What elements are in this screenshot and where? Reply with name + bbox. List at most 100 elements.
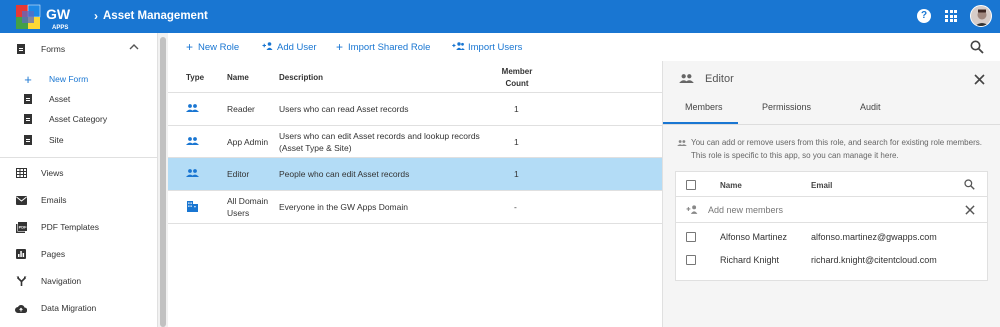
sidebar-item-label: Pages: [41, 249, 66, 259]
sidebar-item-label: Asset Category: [49, 114, 108, 124]
member-count: -: [514, 202, 517, 212]
cloud-upload-icon: [15, 302, 27, 314]
sidebar-scrollbar[interactable]: [158, 33, 168, 327]
apps-grid-icon[interactable]: [945, 10, 957, 22]
sidebar-item-pdf-templates[interactable]: PDF PDF Templates: [0, 216, 158, 238]
sidebar-item-new-form[interactable]: + New Form: [0, 69, 158, 89]
sidebar-item-asset-category[interactable]: Asset Category: [0, 109, 158, 129]
plus-icon: +: [24, 71, 32, 87]
breadcrumb-app-name[interactable]: Asset Management: [103, 10, 208, 22]
members-list-header: Name Email: [676, 172, 987, 197]
sidebar-item-label: Emails: [41, 195, 67, 205]
role-name: Editor: [227, 169, 250, 179]
member-name: Alfonso Martinez: [720, 232, 788, 242]
member-email: richard.knight@citentcloud.com: [811, 255, 937, 265]
info-text: You can add or remove users from this ro…: [691, 138, 982, 160]
sidebar-item-emails[interactable]: Emails: [0, 189, 158, 211]
clear-icon[interactable]: [965, 202, 975, 218]
member-checkbox[interactable]: [686, 255, 696, 265]
sidebar-item-navigation[interactable]: Navigation: [0, 270, 158, 292]
sidebar-item-asset[interactable]: Asset: [0, 89, 158, 109]
table-header: Type Name Description Member Count: [168, 61, 662, 93]
member-checkbox[interactable]: [686, 232, 696, 242]
domain-icon: [187, 201, 198, 214]
member-count: 1: [514, 137, 519, 147]
search-icon[interactable]: [964, 179, 975, 192]
group-icon: [186, 104, 199, 114]
sidebar-item-label: Views: [41, 168, 64, 178]
chart-icon: [15, 248, 27, 260]
member-row[interactable]: Alfonso Martinez alfonso.martinez@gwapps…: [676, 226, 987, 249]
sidebar-item-label: Navigation: [41, 276, 82, 286]
add-members-row[interactable]: Add new members: [676, 197, 987, 223]
sidebar-item-label: Site: [49, 135, 64, 145]
column-header-member-count[interactable]: Member Count: [501, 66, 533, 90]
sidebar-item-views[interactable]: Views: [0, 162, 158, 184]
help-icon[interactable]: ?: [917, 9, 931, 23]
person-add-icon: [262, 42, 274, 53]
svg-text:GW: GW: [46, 6, 71, 22]
column-header-type[interactable]: Type: [186, 73, 204, 82]
table-row[interactable]: Reader Users who can read Asset records …: [168, 93, 662, 126]
role-name: Reader: [227, 104, 255, 114]
import-users-label: Import Users: [468, 42, 523, 53]
sidebar: Forms + New Form Asset Asset Category Si…: [0, 33, 158, 327]
document-icon: [23, 93, 33, 105]
mail-icon: [15, 194, 27, 206]
column-header-description[interactable]: Description: [279, 73, 323, 82]
search-icon[interactable]: [970, 40, 984, 54]
new-role-label: New Role: [198, 42, 240, 53]
role-name: All Domain Users: [227, 196, 269, 218]
table-row-selected[interactable]: Editor People who can edit Asset records…: [168, 158, 662, 191]
sidebar-item-site[interactable]: Site: [0, 130, 158, 150]
document-icon: [23, 113, 33, 125]
sidebar-item-label: New Form: [49, 74, 89, 84]
import-shared-role-label: Import Shared Role: [348, 42, 431, 53]
sidebar-item-forms[interactable]: Forms: [0, 38, 158, 60]
navigation-icon: [15, 275, 27, 287]
sidebar-item-data-migration[interactable]: Data Migration: [0, 297, 158, 319]
chevron-up-icon[interactable]: [129, 42, 139, 54]
add-members-input[interactable]: Add new members: [708, 205, 783, 215]
tab-audit[interactable]: Audit: [860, 102, 881, 112]
add-user-button[interactable]: Add User: [262, 42, 317, 53]
member-email: alfonso.martinez@gwapps.com: [811, 232, 937, 242]
role-description: Users who can read Asset records: [279, 104, 409, 114]
role-description: Everyone in the GW Apps Domain: [279, 202, 408, 212]
table-row[interactable]: App Admin Users who can edit Asset recor…: [168, 126, 662, 158]
chevron-right-icon: ›: [94, 9, 98, 23]
document-icon: [23, 134, 33, 146]
column-header-email[interactable]: Email: [811, 181, 832, 190]
scrollbar-thumb[interactable]: [160, 37, 166, 327]
svg-text:APPS: APPS: [52, 25, 68, 31]
tab-permissions[interactable]: Permissions: [762, 102, 811, 112]
table-icon: [15, 167, 27, 179]
member-row[interactable]: Richard Knight richard.knight@citentclou…: [676, 249, 987, 272]
pdf-icon: PDF: [15, 221, 27, 233]
role-name: App Admin: [227, 137, 269, 147]
sidebar-item-label: PDF Templates: [41, 222, 99, 232]
column-header-name[interactable]: Name: [720, 181, 742, 190]
column-header-name[interactable]: Name: [227, 73, 249, 82]
avatar[interactable]: [970, 5, 992, 27]
gw-apps-logo[interactable]: GW APPS: [14, 2, 84, 31]
add-user-label: Add User: [277, 42, 317, 53]
sidebar-item-pages[interactable]: Pages: [0, 243, 158, 265]
tab-members[interactable]: Members: [685, 102, 723, 112]
import-shared-role-button[interactable]: + Import Shared Role: [336, 41, 431, 53]
member-count: 1: [514, 104, 519, 114]
sidebar-item-label: Data Migration: [41, 303, 97, 313]
breadcrumb: › Asset Management: [94, 9, 208, 23]
top-bar: GW APPS › Asset Management ?: [0, 0, 1000, 33]
divider: [0, 157, 158, 158]
select-all-checkbox[interactable]: [686, 180, 696, 190]
role-description: People who can edit Asset records: [279, 169, 410, 179]
group-icon: [677, 138, 687, 148]
new-role-button[interactable]: + New Role: [186, 41, 240, 53]
group-add-icon: [452, 42, 465, 53]
svg-text:PDF: PDF: [18, 224, 26, 229]
close-icon[interactable]: [974, 70, 985, 89]
panel-title: Editor: [705, 73, 734, 85]
table-row[interactable]: All Domain Users Everyone in the GW Apps …: [168, 191, 662, 224]
import-users-button[interactable]: Import Users: [452, 42, 522, 53]
